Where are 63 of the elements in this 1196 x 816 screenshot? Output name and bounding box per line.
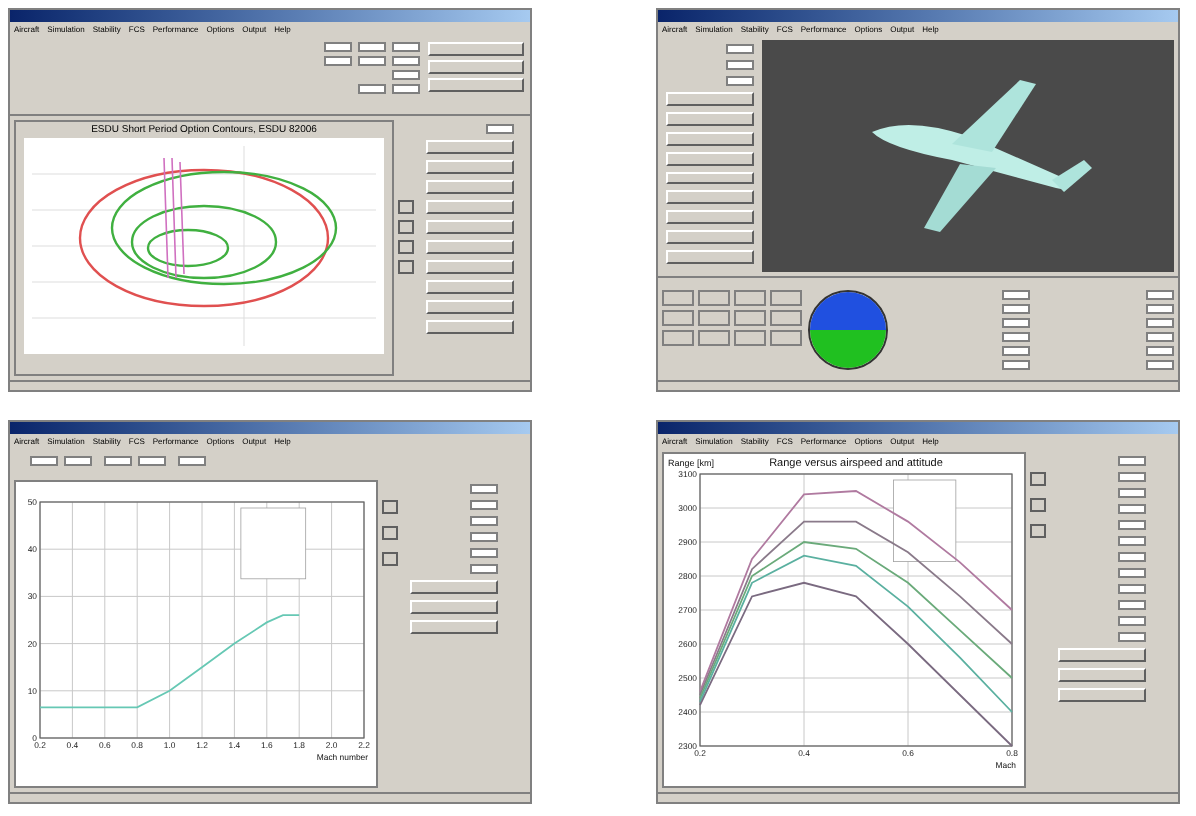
input-field[interactable] xyxy=(726,44,754,54)
button[interactable] xyxy=(662,330,694,346)
button[interactable] xyxy=(770,330,802,346)
input-field[interactable] xyxy=(1146,290,1174,300)
input-field[interactable] xyxy=(178,455,206,465)
input-field[interactable] xyxy=(1118,568,1146,578)
button[interactable] xyxy=(734,330,766,346)
input-field[interactable] xyxy=(1118,600,1146,610)
input-field[interactable] xyxy=(1002,290,1030,300)
button[interactable] xyxy=(698,290,730,306)
input-field[interactable] xyxy=(1146,346,1174,356)
input-field[interactable] xyxy=(324,56,352,66)
input-field[interactable] xyxy=(358,84,386,94)
input-field[interactable] xyxy=(1118,472,1146,482)
button[interactable] xyxy=(734,290,766,306)
input-field[interactable] xyxy=(30,455,58,465)
input-field[interactable] xyxy=(392,56,420,66)
button[interactable] xyxy=(698,330,730,346)
input-field[interactable] xyxy=(358,42,386,52)
input-field[interactable] xyxy=(486,124,514,134)
legend-box xyxy=(240,507,307,580)
input-field[interactable] xyxy=(1118,632,1146,642)
attitude-indicator xyxy=(808,289,888,369)
button[interactable] xyxy=(662,310,694,326)
button[interactable] xyxy=(698,310,730,326)
input-field[interactable] xyxy=(470,516,498,526)
input-field[interactable] xyxy=(1118,504,1146,514)
input-field[interactable] xyxy=(358,56,386,66)
input-field[interactable] xyxy=(1118,488,1146,498)
input-field[interactable] xyxy=(1146,318,1174,328)
input-field[interactable] xyxy=(470,564,498,574)
button[interactable] xyxy=(734,310,766,326)
button[interactable] xyxy=(770,290,802,306)
input-field[interactable] xyxy=(1118,552,1146,562)
input-field[interactable] xyxy=(1146,304,1174,314)
input-field[interactable] xyxy=(1118,584,1146,594)
input-field[interactable] xyxy=(726,60,754,70)
input-field[interactable] xyxy=(470,484,498,494)
input-field[interactable] xyxy=(1002,360,1030,370)
button[interactable] xyxy=(770,310,802,326)
input-field[interactable] xyxy=(64,455,92,465)
input-field[interactable] xyxy=(324,42,352,52)
input-field[interactable] xyxy=(138,455,166,465)
input-field[interactable] xyxy=(726,76,754,86)
input-field[interactable] xyxy=(1002,318,1030,328)
input-field[interactable] xyxy=(104,455,132,465)
input-field[interactable] xyxy=(1002,332,1030,342)
input-field[interactable] xyxy=(1002,304,1030,314)
input-field[interactable] xyxy=(1002,346,1030,356)
input-field[interactable] xyxy=(1118,520,1146,530)
button[interactable] xyxy=(662,290,694,306)
input-field[interactable] xyxy=(392,70,420,80)
legend-box xyxy=(893,479,957,562)
input-field[interactable] xyxy=(1146,332,1174,342)
input-field[interactable] xyxy=(1118,456,1146,466)
input-field[interactable] xyxy=(1118,536,1146,546)
input-field[interactable] xyxy=(392,84,420,94)
input-field[interactable] xyxy=(470,532,498,542)
input-field[interactable] xyxy=(1118,616,1146,626)
input-field[interactable] xyxy=(470,500,498,510)
input-field[interactable] xyxy=(392,42,420,52)
input-field[interactable] xyxy=(1146,360,1174,370)
input-field[interactable] xyxy=(470,548,498,558)
